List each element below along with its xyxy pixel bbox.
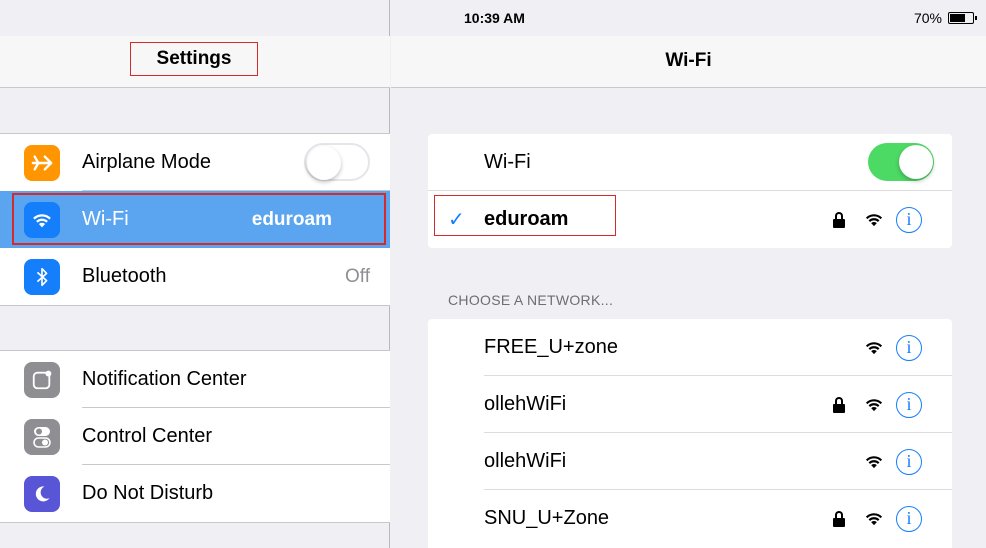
moon-icon: [24, 475, 60, 512]
settings-group-connectivity: Airplane Mode Wi-Fi eduroam Bluetooth Of…: [0, 133, 390, 306]
network-name: FREE_U+zone: [484, 336, 618, 358]
info-icon[interactable]: i: [896, 505, 922, 532]
info-icon[interactable]: i: [896, 206, 922, 233]
notification-center-label: Notification Center: [82, 368, 247, 390]
airplane-icon: [24, 144, 60, 181]
battery-percent: 70%: [913, 10, 942, 26]
wifi-signal-icon: [865, 399, 883, 412]
settings-group-notifications: Notification Center Control Center Do No…: [0, 350, 390, 523]
bluetooth-label: Bluetooth: [82, 265, 167, 287]
wifi-signal-icon: [865, 456, 883, 469]
do-not-disturb-label: Do Not Disturb: [82, 482, 214, 504]
network-row[interactable]: SNU_U+Zone i: [428, 490, 952, 547]
wifi-signal-icon: [865, 513, 883, 526]
sidebar-item-bluetooth[interactable]: Bluetooth Off: [0, 248, 390, 305]
sidebar-item-wifi[interactable]: Wi-Fi eduroam: [0, 191, 390, 248]
wifi-signal-icon: [865, 342, 883, 355]
network-name: ollehWiFi: [484, 393, 567, 415]
lock-icon: [832, 510, 846, 527]
wifi-toggle-row: Wi-Fi: [428, 134, 952, 191]
network-list: FREE_U+zone i ollehWiFi i ollehWiFi i SN…: [428, 319, 952, 548]
info-icon[interactable]: i: [896, 448, 922, 475]
settings-sidebar: Settings Airplane Mode Wi-Fi eduroam Blu…: [0, 0, 390, 548]
sidebar-item-notification-center[interactable]: Notification Center: [0, 351, 390, 408]
lock-icon: [832, 396, 846, 413]
network-name: ollehWiFi: [484, 450, 567, 472]
notification-center-icon: [24, 361, 60, 398]
wifi-toggle[interactable]: [868, 143, 934, 181]
control-center-icon: [24, 418, 60, 455]
network-row[interactable]: FREE_U+zone i: [428, 319, 952, 376]
bluetooth-detail: Off: [345, 265, 370, 287]
connected-network-highlight-box: [434, 195, 616, 236]
battery-icon: [948, 12, 977, 24]
sidebar-item-do-not-disturb[interactable]: Do Not Disturb: [0, 465, 390, 522]
info-icon[interactable]: i: [896, 391, 922, 418]
settings-title: Settings: [130, 42, 258, 76]
control-center-label: Control Center: [82, 425, 213, 447]
wifi-highlight-box: [12, 193, 386, 245]
network-name: SNU_U+Zone: [484, 507, 610, 529]
wifi-signal-icon: [865, 214, 883, 227]
network-row[interactable]: ollehWiFi i: [428, 376, 952, 433]
network-row[interactable]: ollehWiFi i: [428, 433, 952, 490]
bluetooth-icon: [24, 258, 60, 295]
settings-nav-bar: Settings: [0, 36, 390, 88]
choose-network-header: CHOOSE A NETWORK...: [448, 292, 614, 308]
sidebar-item-airplane-mode[interactable]: Airplane Mode: [0, 134, 390, 191]
sidebar-item-control-center[interactable]: Control Center: [0, 408, 390, 465]
airplane-mode-label: Airplane Mode: [82, 151, 211, 173]
clock: 10:39 AM: [464, 10, 525, 26]
wifi-toggle-label: Wi-Fi: [484, 151, 531, 173]
wifi-page-title: Wi-Fi: [665, 50, 712, 71]
airplane-mode-toggle[interactable]: [304, 143, 370, 181]
lock-icon: [832, 211, 846, 228]
wifi-nav-bar: Wi-Fi: [391, 36, 986, 88]
info-icon[interactable]: i: [896, 334, 922, 361]
